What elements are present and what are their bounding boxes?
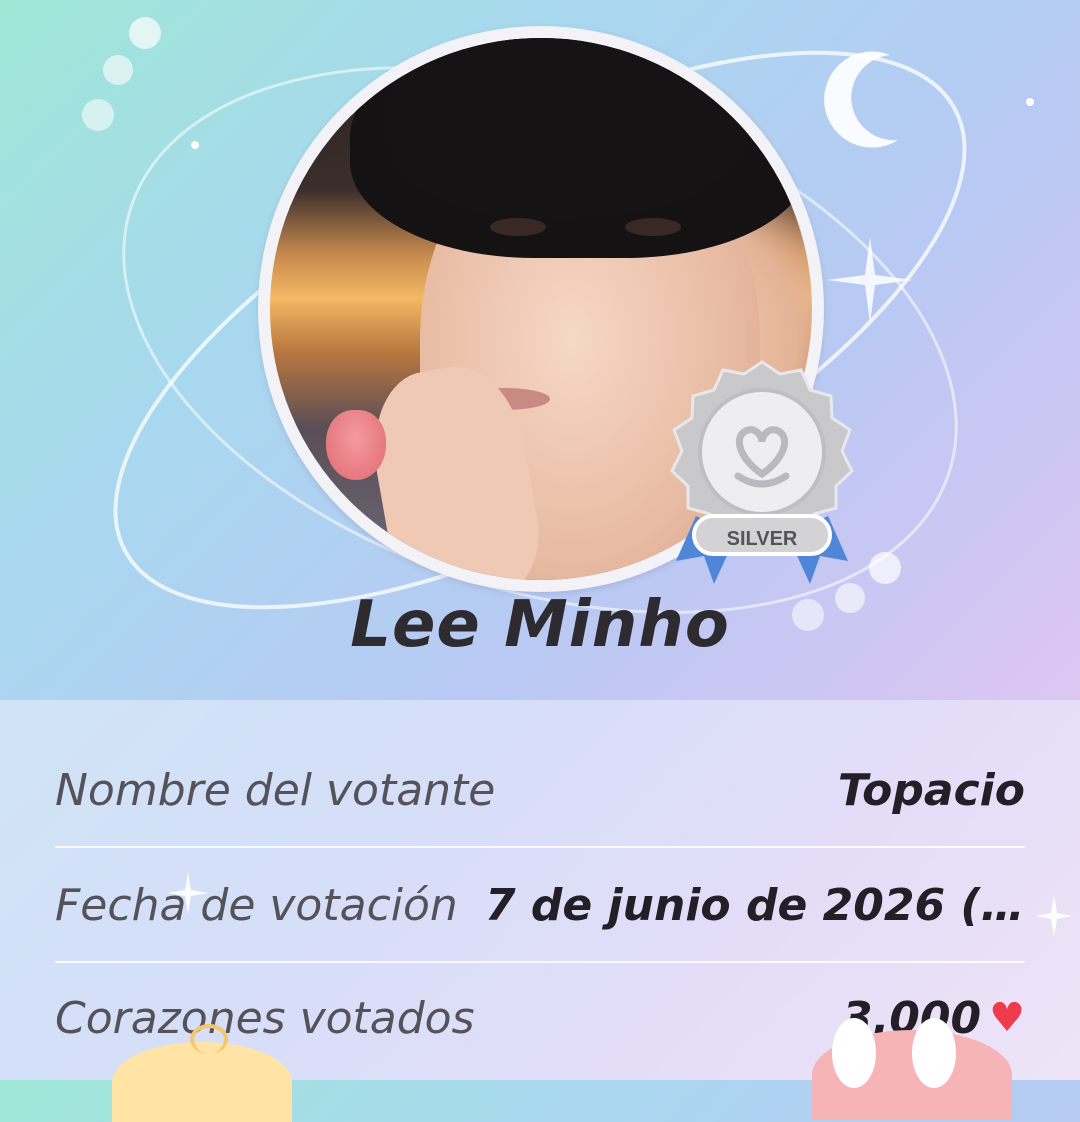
sparkle-icon <box>827 237 913 323</box>
date-row: Fecha de votación 7 de junio de 2026 (..… <box>55 860 1025 950</box>
mascot-right <box>812 1018 1012 1120</box>
voter-label: Nombre del votante <box>55 764 496 816</box>
badge-label: SILVER <box>726 528 798 550</box>
date-label: Fecha de votación <box>55 879 458 931</box>
hero-section: SILVER Lee Minho <box>0 0 1080 700</box>
mascot-left <box>112 1024 292 1122</box>
moon-icon <box>824 51 898 148</box>
heart-icon: ♥ <box>989 995 1025 1041</box>
hearts-label: Corazones votados <box>55 992 475 1044</box>
divider <box>55 961 1025 963</box>
voter-value: Topacio <box>837 764 1025 816</box>
idol-name: Lee Minho <box>350 588 730 662</box>
date-value: 7 de junio de 2026 (... <box>485 879 1025 931</box>
sparkle-icon <box>1036 895 1072 937</box>
divider <box>55 846 1025 848</box>
voter-row: Nombre del votante Topacio <box>55 745 1025 835</box>
